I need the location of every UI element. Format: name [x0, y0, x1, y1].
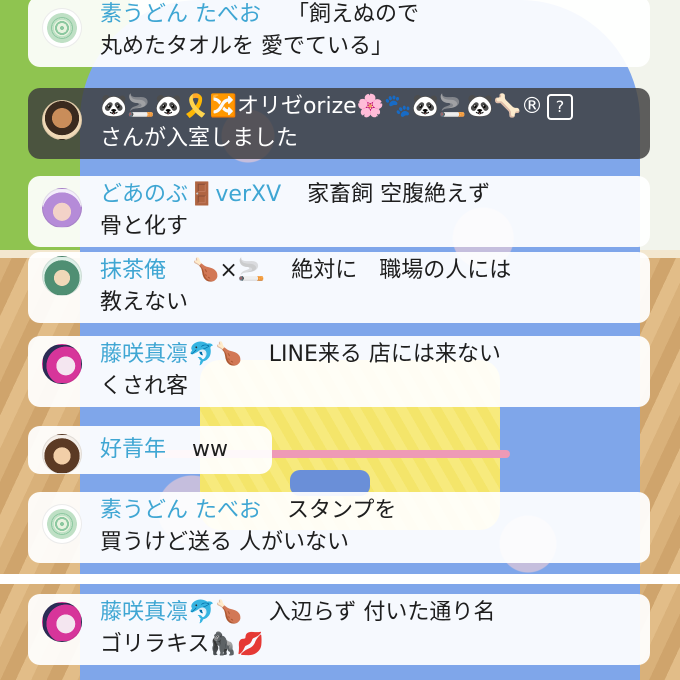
pink-hair-avatar-icon[interactable] — [42, 602, 82, 642]
chat-message[interactable]: 抹茶俺 🍗×🚬 絶対に 職場の人には 教えない — [28, 252, 650, 323]
message-text-line2: 買うけど送る 人がいない — [100, 530, 349, 555]
leaf-avatar-icon[interactable] — [42, 8, 82, 48]
username[interactable]: 藤咲真凛🐬🍗 — [100, 342, 243, 367]
message-text: 入辺らず 付いた通り名 — [268, 600, 496, 625]
username[interactable]: 素うどん たべお — [100, 498, 261, 523]
brown-hair-avatar-icon[interactable] — [42, 434, 82, 474]
username[interactable]: どあのぶ🚪verXV — [100, 182, 281, 207]
message-text-line2: ゴリラキス🦍💋 — [100, 632, 265, 657]
message-text: スタンプを — [287, 498, 397, 523]
message-text-line2: 教えない — [100, 290, 189, 315]
message-text: LINE来る 店には来ない — [268, 342, 501, 367]
man-avatar-icon[interactable] — [42, 100, 82, 140]
chat-message[interactable]: 素うどん たべお スタンプを 買うけど送る 人がいない — [28, 492, 650, 563]
username[interactable]: 好青年 — [100, 437, 166, 462]
message-text-line2: 丸めたタオルを 愛でている」 — [100, 34, 393, 59]
comment-feed: 素うどん たべお 「飼えぬので 丸めたタオルを 愛でている」 🐼🚬🐼🎗️🔀オリゼo… — [0, 0, 680, 680]
chat-message[interactable]: 藤咲真凛🐬🍗 入辺らず 付いた通り名 ゴリラキス🦍💋 — [28, 594, 650, 665]
system-message: 🐼🚬🐼🎗️🔀オリゼorize🌸🐾🐼🚬🐼🦴®? さんが入室しました — [28, 88, 650, 159]
message-text-line2: 骨と化す — [100, 214, 189, 239]
green-hair-avatar-icon[interactable] — [42, 256, 82, 296]
chat-message[interactable]: 素うどん たべお 「飼えぬので 丸めたタオルを 愛でている」 — [28, 0, 650, 67]
system-text: さんが入室しました — [100, 126, 299, 151]
username[interactable]: 抹茶俺 — [100, 258, 166, 283]
message-text: 「飼えぬので — [287, 2, 420, 27]
message-text: ww — [192, 437, 229, 462]
unknown-glyph-badge: ? — [547, 94, 574, 120]
purple-hair-avatar-icon[interactable] — [42, 188, 82, 228]
chat-message[interactable]: どあのぶ🚪verXV 家畜飼 空腹絶えず 骨と化す — [28, 176, 650, 247]
joined-user-name[interactable]: 🐼🚬🐼🎗️🔀オリゼorize🌸🐾🐼🚬🐼🦴® — [100, 94, 543, 119]
username[interactable]: 素うどん たべお — [100, 2, 261, 27]
message-text-line2: くされ客 — [100, 374, 189, 399]
user-emoji: 🍗×🚬 — [192, 258, 266, 283]
message-text: 絶対に 職場の人には — [291, 258, 512, 283]
chat-message[interactable]: 藤咲真凛🐬🍗 LINE来る 店には来ない くされ客 — [28, 336, 650, 407]
pink-hair-avatar-icon[interactable] — [42, 344, 82, 384]
leaf-avatar-icon[interactable] — [42, 504, 82, 544]
username[interactable]: 藤咲真凛🐬🍗 — [100, 600, 243, 625]
chat-message[interactable]: 好青年 ww — [28, 426, 272, 474]
message-text: 家畜飼 空腹絶えず — [307, 182, 491, 207]
